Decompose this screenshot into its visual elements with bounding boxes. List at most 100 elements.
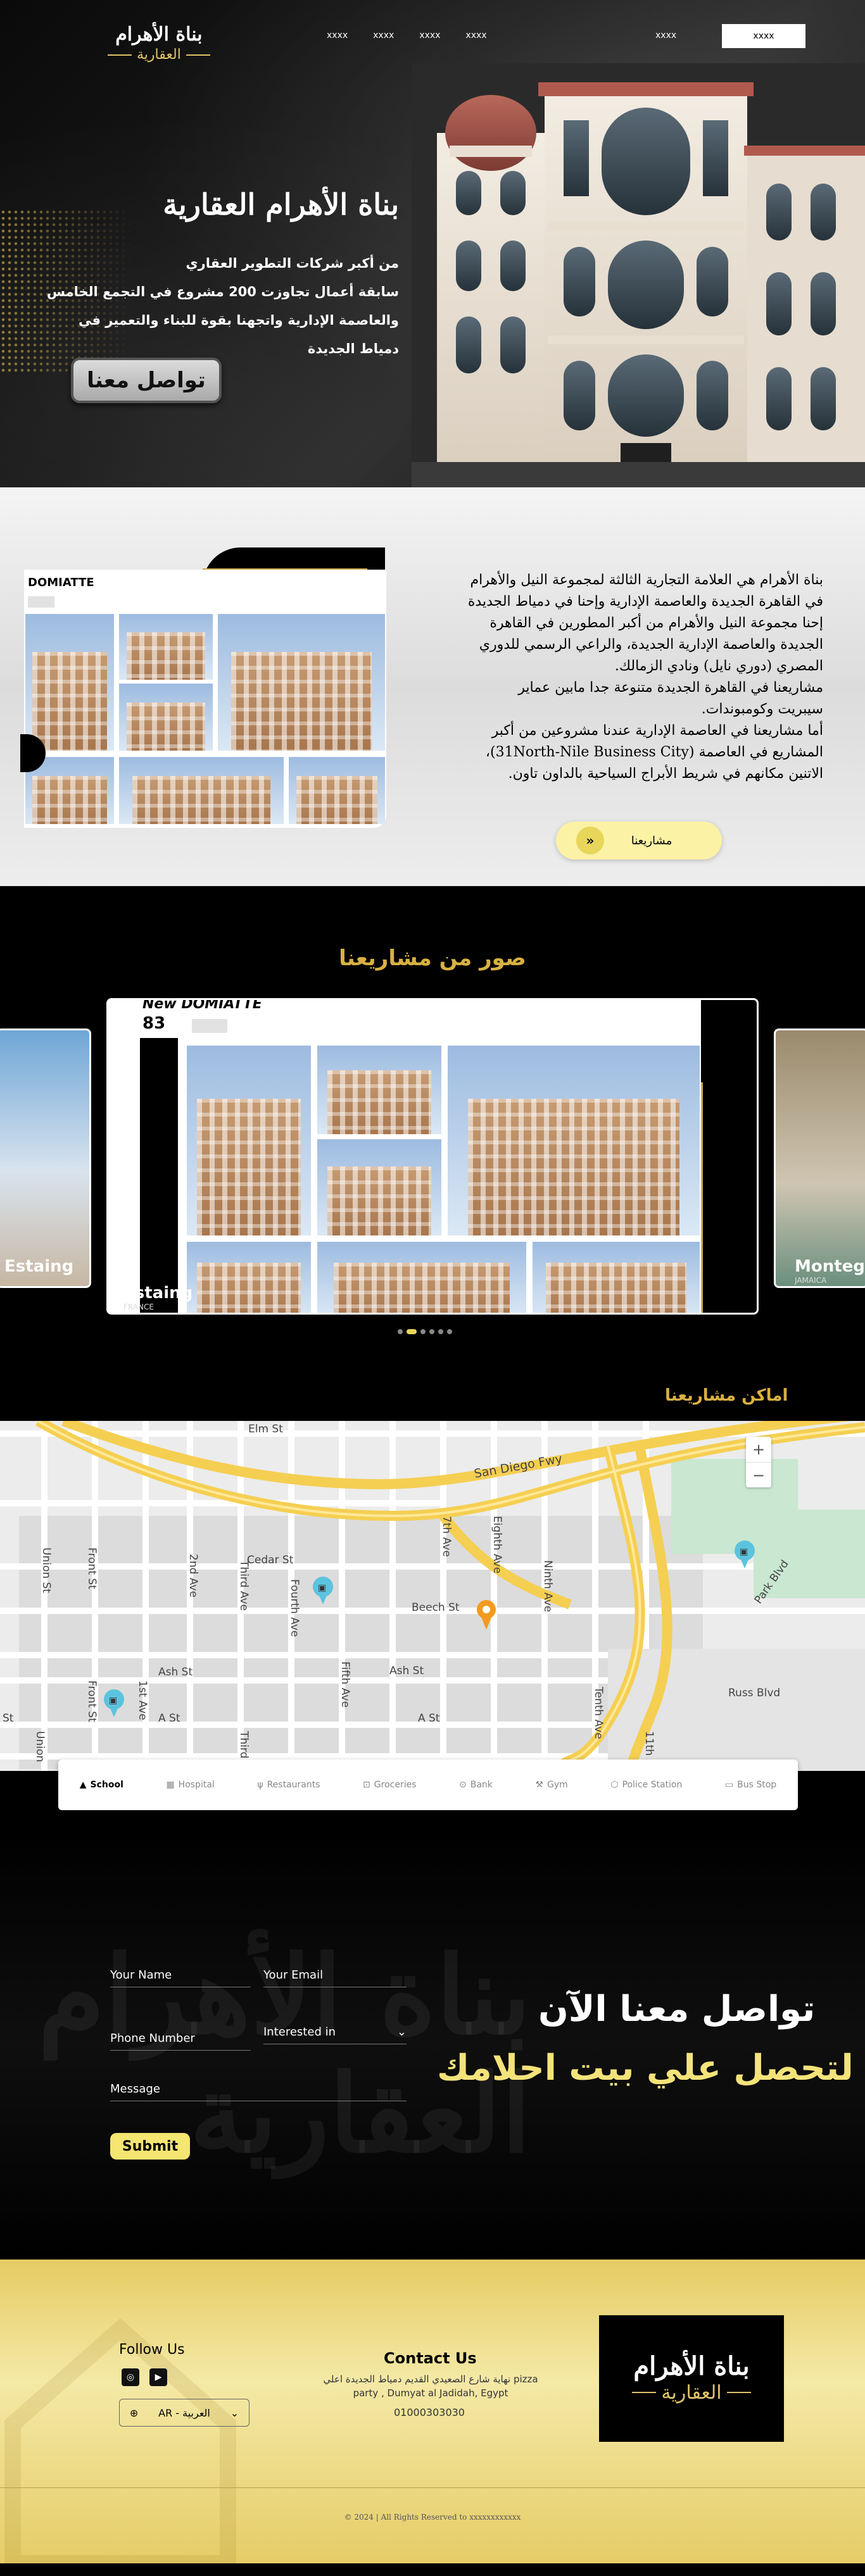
carousel-dot[interactable] — [420, 1329, 426, 1334]
slide-prev[interactable]: Estaing — [0, 1029, 91, 1288]
about-line: المشاريع في العاصمة (31North-Nile Busine… — [485, 744, 823, 760]
carousel-dot[interactable] — [398, 1329, 403, 1334]
gallery-section: صور من مشاريعنا Estaing New DOMIATTE 83 … — [0, 886, 865, 1373]
slide-photo — [187, 1046, 311, 1235]
poi-tab-restaurants[interactable]: ψ Restaurants — [257, 1780, 320, 1790]
about-line: مشاريعنا في القاهرة الجديدة متنوعة جدا م… — [518, 680, 823, 696]
nav-cta-button[interactable]: xxxx — [722, 24, 805, 48]
email-field[interactable]: Your Email — [263, 1968, 407, 1987]
poi-tab-school[interactable]: ▲ School — [80, 1780, 123, 1790]
about-section: DOMIATTE بناة الأهرام هي العلامة التجاري… — [0, 487, 865, 886]
dumbbell-icon: ⚒ — [535, 1780, 543, 1790]
restaurant-icon: ψ — [257, 1780, 263, 1790]
copyright: © 2024 | All Rights Reserved to xxxxxxxx… — [344, 2513, 521, 2522]
nav-link-3[interactable]: xxxx — [419, 30, 440, 41]
contact-title: تواصل معنا الآن — [538, 1989, 816, 2030]
shield-icon: ⬡ — [610, 1780, 619, 1790]
gallery-title: صور من مشاريعنا — [339, 946, 526, 971]
slide-active[interactable]: New DOMIATTE 83 Estaing FRANCE — [106, 998, 759, 1315]
nav-link-1[interactable]: xxxx — [327, 30, 348, 41]
carousel-dot[interactable] — [438, 1329, 443, 1334]
contact-us-title: Contact Us — [384, 2349, 477, 2367]
nav-link-4[interactable]: xxxx — [465, 30, 486, 41]
poi-label: Groceries — [374, 1780, 417, 1790]
footer-divider — [0, 2487, 865, 2488]
map-canvas[interactable]: Elm St San Diego Fwy Union St Front St 2… — [0, 1421, 865, 1771]
svg-text:▣: ▣ — [109, 1696, 117, 1706]
language-selector[interactable]: ⊕ AR - العربية ⌄ — [119, 2399, 249, 2427]
message-field[interactable]: Message — [110, 2082, 407, 2101]
chevron-down-icon: ⌄ — [396, 2025, 407, 2039]
phone-number[interactable]: 01000303030 — [394, 2406, 465, 2418]
collage-photo — [119, 757, 284, 824]
main-nav: xxxx xxxx xxxx xxxx — [327, 30, 487, 41]
submit-button[interactable]: Submit — [110, 2133, 190, 2160]
about-line: الاتنين مكانهم في شريط الأبراج السياحية … — [508, 766, 823, 782]
poi-tab-hospital[interactable]: ▦ Hospital — [166, 1780, 214, 1790]
about-text: بناة الأهرام هي العلامة التجارية الثالثة… — [418, 570, 823, 785]
map-label: Union — [34, 1731, 46, 1762]
zoom-in-button[interactable]: + — [746, 1437, 771, 1462]
slide-photo — [317, 1139, 441, 1235]
our-projects-button[interactable]: » مشاريعنا — [556, 822, 722, 860]
collage-placeholder-bar — [28, 596, 54, 608]
map-label: Eighth Ave — [491, 1516, 503, 1573]
youtube-icon[interactable]: ▶ — [149, 2368, 167, 2386]
map-label: Beech St — [412, 1601, 460, 1614]
poi-tab-gym[interactable]: ⚒ Gym — [535, 1780, 567, 1790]
about-line: في القاهرة الجديدة والعاصمة الإدارية وإح… — [467, 594, 823, 610]
about-line: المصري (دوري نايل) ونادي الزمالك. — [614, 658, 823, 674]
map-label: Third — [237, 1730, 250, 1758]
nav-link-2[interactable]: xxxx — [373, 30, 394, 41]
map-label: Cedar St — [247, 1554, 294, 1566]
address: نهاية شارع الصعيدي القديم دمياط الجديدة … — [323, 2373, 538, 2399]
map-label: 2nd Ave — [187, 1554, 199, 1597]
poi-label: Restaurants — [267, 1780, 320, 1790]
our-projects-label: مشاريعنا — [631, 834, 672, 847]
hero-desc-line: والعاصمة الإدارية واتجهنا بقوة للبناء وا… — [78, 313, 399, 328]
slide-prev-caption: Estaing — [4, 1257, 74, 1276]
carousel-dot[interactable] — [429, 1329, 434, 1334]
slide-next-caption: Montego — [795, 1257, 865, 1276]
map-label: Tenth Ave — [592, 1686, 605, 1739]
map-label: 7th Ave — [440, 1516, 453, 1557]
slide-black-bar — [140, 1038, 178, 1313]
name-field[interactable]: Your Name — [110, 1968, 251, 1987]
instagram-icon[interactable]: ◎ — [122, 2368, 139, 2386]
map-label: A St — [418, 1712, 440, 1725]
collage-photo — [218, 614, 385, 751]
hero-text-block: بناة الأهرام العقارية من أكبر شركات التط… — [44, 187, 399, 363]
zoom-out-button[interactable]: − — [746, 1462, 771, 1487]
locations-title: اماكن مشاريعنا — [665, 1386, 788, 1405]
contact-section: بناة الأهرام العقارية تواصل معنا الآن لتح… — [0, 1829, 865, 2260]
map-label: Ash St — [158, 1666, 193, 1679]
house-outline-watermark — [4, 2318, 236, 2563]
map-label: Elm St — [248, 1423, 283, 1435]
interest-select[interactable]: Interested in ⌄ — [263, 2025, 407, 2044]
slide-photo — [317, 1046, 441, 1134]
map-view[interactable]: Elm St San Diego Fwy Union St Front St 2… — [0, 1421, 865, 1771]
carousel-dot[interactable] — [447, 1329, 452, 1334]
nav-login-link[interactable]: xxxx — [655, 30, 676, 41]
footer-logo[interactable]: بناة الأهرام العقارية — [599, 2315, 784, 2442]
map-label: Union St — [40, 1547, 53, 1593]
hero-desc-line: سابقة أعمال تجاوزت 200 مشروع في التجمع ا… — [46, 284, 399, 299]
map-label: Fourth Ave — [288, 1579, 301, 1637]
phone-field[interactable]: Phone Number — [110, 2032, 251, 2051]
slide-number: 83 — [142, 1014, 166, 1033]
carousel-dot[interactable] — [407, 1329, 417, 1334]
poi-tab-groceries[interactable]: ⊡ Groceries — [363, 1780, 416, 1790]
map-label: Front St — [85, 1680, 98, 1722]
slide-next[interactable]: Montego JAMAICA — [774, 1029, 865, 1288]
poi-tab-bus-stop[interactable]: ▭ Bus Stop — [725, 1780, 776, 1790]
about-line: إحنا مجموعة النيل والأهرام من أكبر المطو… — [489, 615, 823, 631]
footer-logo-line2: العقارية — [632, 2382, 750, 2404]
slide-photo — [317, 1242, 526, 1313]
contact-us-hero-button[interactable]: تواصل معنا — [71, 358, 222, 403]
hero-description: من أكبر شركات التطوير العقاري سابقة أعما… — [44, 249, 399, 363]
header-logo[interactable]: بناة الأهرام العقارية — [108, 25, 210, 63]
collage-photo — [119, 614, 213, 680]
map-label: 1st Ave — [136, 1680, 149, 1720]
poi-tab-police-station[interactable]: ⬡ Police Station — [610, 1780, 682, 1790]
poi-tab-bank[interactable]: ⊙ Bank — [459, 1780, 493, 1790]
